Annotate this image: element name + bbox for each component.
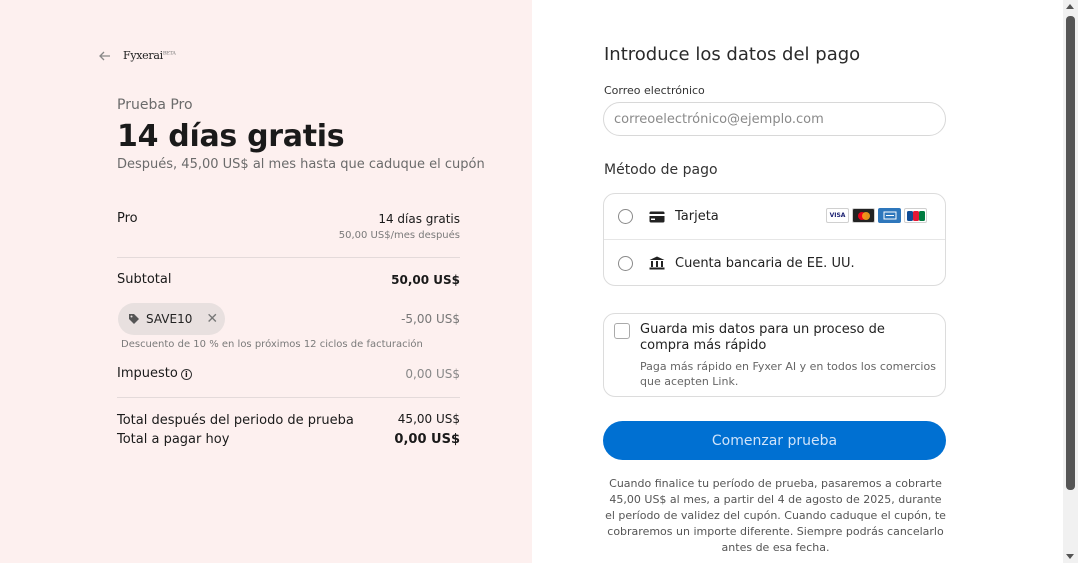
coupon-code: SAVE10 xyxy=(146,312,193,326)
tag-icon xyxy=(129,314,139,324)
line-item-label: Pro xyxy=(117,211,138,226)
amex-icon xyxy=(878,208,901,223)
scrollbar-thumb[interactable] xyxy=(1066,16,1075,490)
payment-method-card-label: Tarjeta xyxy=(675,209,719,224)
radio-card[interactable] xyxy=(618,209,633,224)
plan-label: Prueba Pro xyxy=(117,97,193,113)
email-label: Correo electrónico xyxy=(604,84,705,97)
scrollbar[interactable] xyxy=(1063,0,1078,563)
payment-title: Introduce los datos del pago xyxy=(604,44,861,65)
divider xyxy=(117,257,460,258)
info-icon[interactable]: i xyxy=(180,369,192,380)
legal-text: Cuando finalice tu período de prueba, pa… xyxy=(605,477,946,554)
visa-icon: VISA xyxy=(826,208,849,223)
subtotal-label: Subtotal xyxy=(117,272,172,287)
payment-method-bank-label: Cuenta bancaria de EE. UU. xyxy=(675,255,855,271)
subtotal-value: 50,00 US$ xyxy=(391,273,460,287)
line-item-value: 14 días gratis xyxy=(378,212,460,226)
scroll-down-icon[interactable] xyxy=(1066,554,1074,559)
trial-headline: 14 días gratis xyxy=(117,119,345,154)
back-arrow-icon[interactable] xyxy=(98,48,112,62)
order-summary-panel: FyxeraiBETA Prueba Pro 14 días gratis De… xyxy=(0,0,532,563)
jcb-icon xyxy=(904,208,927,223)
save-details-description: Paga más rápido en Fyxer AI y en todos l… xyxy=(640,360,936,388)
total-today-label: Total a pagar hoy xyxy=(117,432,230,447)
tax-value: 0,00 US$ xyxy=(405,367,460,381)
payment-methods: Tarjeta VISA Cuenta bancaria de EE. UU. xyxy=(603,193,946,286)
total-after-trial-value: 45,00 US$ xyxy=(397,412,460,426)
payment-method-bank[interactable]: Cuenta bancaria de EE. UU. xyxy=(604,240,945,286)
total-today-value: 0,00 US$ xyxy=(394,432,460,447)
mastercard-icon xyxy=(852,208,875,223)
payment-method-label: Método de pago xyxy=(604,162,718,178)
email-input[interactable] xyxy=(603,102,946,136)
save-details-checkbox[interactable] xyxy=(614,323,630,339)
tax-row: Impuesto i xyxy=(117,366,192,381)
card-icon xyxy=(649,210,665,224)
trial-subtitle: Después, 45,00 US$ al mes hasta que cadu… xyxy=(117,157,485,172)
link-save-box: Guarda mis datos para un proceso de comp… xyxy=(603,313,946,397)
coupon-chip: SAVE10 ✕ xyxy=(118,303,225,335)
divider xyxy=(117,397,460,398)
line-item-note: 50,00 US$/mes después xyxy=(338,230,460,241)
brand-logo: FyxeraiBETA xyxy=(123,49,176,62)
scroll-up-icon[interactable] xyxy=(1066,4,1074,9)
remove-coupon-icon[interactable]: ✕ xyxy=(206,311,218,327)
total-after-trial-label: Total después del periodo de prueba xyxy=(117,413,354,428)
card-brands: VISA xyxy=(826,208,927,223)
tax-label: Impuesto xyxy=(117,366,178,381)
coupon-description: Descuento de 10 % en los próximos 12 cic… xyxy=(121,339,423,350)
payment-method-card[interactable]: Tarjeta VISA xyxy=(604,194,945,240)
save-details-title: Guarda mis datos para un proceso de comp… xyxy=(640,322,885,353)
radio-bank[interactable] xyxy=(618,255,633,271)
bank-icon xyxy=(649,256,665,270)
start-trial-button[interactable]: Comenzar prueba xyxy=(603,421,946,460)
coupon-discount: -5,00 US$ xyxy=(401,312,460,326)
